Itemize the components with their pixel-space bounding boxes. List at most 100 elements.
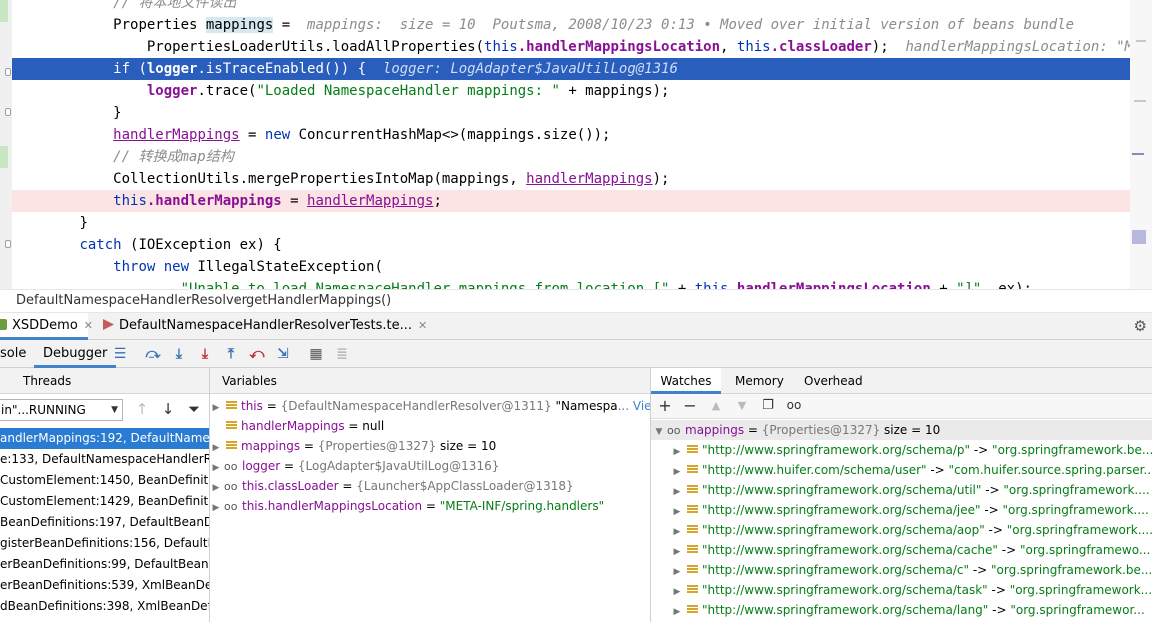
expand-icon[interactable]: ▶ — [671, 562, 683, 580]
tab-watches[interactable]: Watches — [651, 368, 721, 394]
field-icon — [226, 421, 237, 430]
stack-frame[interactable]: andlerMappings:192, DefaultNamesp — [0, 428, 209, 449]
fold-icon[interactable] — [5, 108, 11, 116]
tab-memory[interactable]: Memory — [735, 368, 784, 394]
filter-icon[interactable]: ⏷ — [185, 400, 203, 418]
copy-icon[interactable]: ❐ — [758, 398, 778, 413]
watch-entry-row[interactable]: ▶ "http://www.springframework.org/schema/… — [651, 560, 1152, 580]
code-line[interactable]: // 将本地文件读出 — [12, 0, 1130, 14]
drop-frame-icon[interactable]: ⤺ — [248, 345, 266, 363]
tab-debugger[interactable]: Debugger — [34, 340, 117, 368]
close-icon[interactable]: ✕ — [84, 319, 93, 332]
force-step-into-icon[interactable]: ⤓ — [196, 345, 214, 363]
watch-entry-row[interactable]: ▶ "http://www.springframework.org/schema/… — [651, 600, 1152, 620]
fold-icon[interactable] — [5, 68, 11, 76]
variable-row[interactable]: ▶ oo this.classLoader = {Launcher$AppClass… — [210, 476, 650, 496]
watch-entry-row[interactable]: ▶ "http://www.springframework.org/schema/… — [651, 480, 1152, 500]
code-line[interactable]: handlerMappings = new ConcurrentHashMap<… — [12, 124, 1130, 146]
watch-glasses-icon: oo — [224, 460, 238, 473]
expand-icon[interactable]: ▶ — [210, 438, 222, 456]
close-icon[interactable]: ✕ — [418, 319, 427, 332]
breadcrumb-class[interactable]: DefaultNamespaceHandlerResolver — [16, 290, 247, 312]
watch-entry-row[interactable]: ▶ "http://www.springframework.org/schema/… — [651, 540, 1152, 560]
stack-frame[interactable]: CustomElement:1450, BeanDefinition — [0, 470, 209, 491]
stack-frame[interactable]: gisterBeanDefinitions:156, DefaultBea — [0, 533, 209, 554]
move-up-icon: ▲ — [711, 399, 721, 412]
layout-menu-icon[interactable]: ☰ — [111, 345, 129, 363]
step-into-icon[interactable]: ⤓ — [170, 345, 188, 363]
entry-icon — [687, 565, 698, 574]
expand-icon[interactable]: ▶ — [671, 522, 683, 540]
variable-row[interactable]: ▶ mappings = {Properties@1327} size = 10 — [210, 436, 650, 456]
gear-icon[interactable]: ⚙ — [1134, 317, 1147, 335]
code-line[interactable]: logger.trace("Loaded NamespaceHandler ma… — [12, 80, 1130, 102]
thread-selector[interactable]: in"...RUNNING ▼ — [0, 399, 123, 421]
code-line[interactable]: // 转换成map结构 — [12, 146, 1130, 168]
stack-frame[interactable]: erBeanDefinitions:539, XmlBeanDefin — [0, 575, 209, 596]
tab-resolver-tests[interactable]: DefaultNamespaceHandlerResolverTests.te.… — [97, 313, 427, 340]
expand-icon[interactable]: ▶ — [671, 582, 683, 600]
expand-icon[interactable]: ▶ — [671, 462, 683, 480]
step-over-icon[interactable]: ⤼ — [144, 345, 162, 363]
arrow-down-icon[interactable]: ↓ — [159, 400, 177, 418]
watch-root-row[interactable]: ▼ oo mappings = {Properties@1327} size = 1… — [651, 420, 1152, 440]
run-to-cursor-icon[interactable]: ⇲ — [274, 345, 292, 363]
expand-icon[interactable]: ▶ — [210, 478, 222, 496]
variable-row[interactable]: ▶ oo logger = {LogAdapter$JavaUtilLog@1316… — [210, 456, 650, 476]
expand-icon[interactable]: ▶ — [210, 398, 222, 416]
view-link[interactable]: ... View — [618, 399, 650, 413]
expand-icon[interactable]: ▶ — [671, 542, 683, 560]
current-execution-line[interactable]: if (logger.isTraceEnabled()) { logger: L… — [12, 58, 1130, 80]
code-line[interactable]: PropertiesLoaderUtils.loadAllProperties(… — [12, 36, 1152, 58]
debug-session-tabs: XSDDemo ✕ DefaultNamespaceHandlerResolver… — [0, 313, 1152, 340]
stack-frame[interactable]: erBeanDefinitions:99, DefaultBeanDe — [0, 554, 209, 575]
code-line[interactable]: } — [12, 212, 1130, 234]
watches-panel: Watches Memory Overhead + − ▲ ▼ ❐ oo ▼ oo… — [651, 368, 1152, 622]
arrow-up-icon[interactable]: ↑ — [133, 400, 151, 418]
expand-icon[interactable]: ▶ — [671, 482, 683, 500]
watch-entry-row[interactable]: ▶ "http://www.springframework.org/schema/… — [651, 520, 1152, 540]
glasses-icon[interactable]: oo — [784, 398, 804, 412]
expand-icon[interactable]: ▶ — [671, 502, 683, 520]
debug-toolbar: sole Debugger ☰ ⤼ ⤓ ⤓ ⤒ ⤺ ⇲ ▦ ≣ — [0, 340, 1152, 368]
collapse-icon[interactable]: ▼ — [653, 422, 665, 440]
expand-icon[interactable]: ▶ — [210, 498, 222, 516]
stack-frame[interactable]: dBeanDefinitions:398, XmlBeanDefin — [0, 596, 209, 617]
watch-glasses-icon: oo — [224, 500, 238, 513]
breadcrumb: DefaultNamespaceHandlerResolver › getHan… — [0, 289, 1152, 313]
code-line[interactable]: Properties mappings = mappings: size = 1… — [12, 14, 1130, 36]
stack-frame[interactable]: e:133, DefaultNamespaceHandlerRe — [0, 449, 209, 470]
tab-xsddemo[interactable]: XSDDemo ✕ — [0, 313, 93, 340]
watch-entry-row[interactable]: ▶ "http://www.springframework.org/schema/… — [651, 580, 1152, 600]
entry-icon — [687, 585, 698, 594]
remove-watch-icon[interactable]: − — [680, 396, 700, 415]
code-line[interactable]: CollectionUtils.mergePropertiesIntoMap(m… — [12, 168, 1130, 190]
breadcrumb-method[interactable]: getHandlerMappings() — [246, 290, 391, 312]
stack-frame[interactable]: CustomElement:1429, BeanDefinition — [0, 491, 209, 512]
step-out-icon[interactable]: ⤒ — [222, 345, 240, 363]
variable-row[interactable]: handlerMappings = null — [210, 416, 650, 436]
add-watch-icon[interactable]: + — [655, 396, 675, 415]
code-line[interactable]: } — [12, 102, 1130, 124]
editor-gutter[interactable] — [0, 0, 12, 289]
fold-icon[interactable] — [5, 240, 11, 248]
code-line[interactable]: throw new IllegalStateException( — [12, 256, 1130, 278]
expand-icon[interactable]: ▶ — [210, 458, 222, 476]
code-editor[interactable]: // 将本地文件读出 Properties mappings = mapping… — [0, 0, 1152, 289]
variable-row[interactable]: ▶ oo this.handlerMappingsLocation = "META-… — [210, 496, 650, 516]
editor-scrollbar[interactable] — [1130, 0, 1152, 289]
code-line[interactable]: catch (IOException ex) { — [12, 234, 1130, 256]
breakpoint-line[interactable]: this.handlerMappings = handlerMappings; — [12, 190, 1130, 212]
tab-overhead[interactable]: Overhead — [804, 368, 863, 394]
tab-console[interactable]: sole — [0, 340, 30, 368]
watch-entry-row[interactable]: ▶ "http://www.springframework.org/schema/… — [651, 500, 1152, 520]
watch-entry-row[interactable]: ▶ "http://www.huifer.com/schema/user" -> … — [651, 460, 1152, 480]
scroll-marker — [1132, 230, 1146, 244]
evaluate-icon[interactable]: ▦ — [307, 345, 325, 363]
watch-entry-row[interactable]: ▶ "http://www.springframework.org/schema/… — [651, 440, 1152, 460]
expand-icon[interactable]: ▶ — [671, 602, 683, 620]
expand-icon[interactable]: ▶ — [671, 442, 683, 460]
code-line[interactable]: "Unable to load NamespaceHandler mapping… — [12, 278, 1130, 289]
stack-frame[interactable]: BeanDefinitions:197, DefaultBeanDef — [0, 512, 209, 533]
variable-row[interactable]: ▶ this = {DefaultNamespaceHandlerResolver… — [210, 396, 650, 416]
